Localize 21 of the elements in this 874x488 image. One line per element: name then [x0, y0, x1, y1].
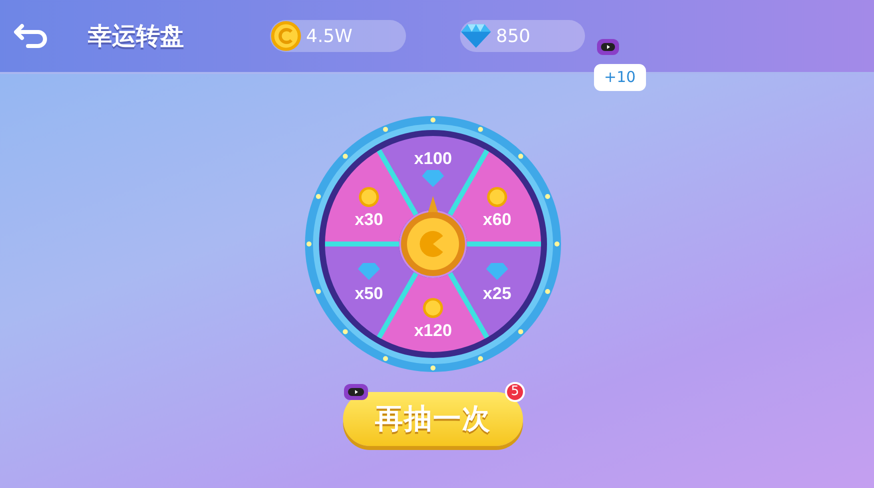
- prize-label: x30: [354, 210, 384, 229]
- balance-value: 4.5W: [306, 24, 352, 48]
- back-icon[interactable]: [14, 23, 48, 49]
- coin-icon: [358, 187, 379, 207]
- prize-label: x60: [482, 210, 512, 229]
- prize-label: x120: [414, 321, 452, 340]
- coin-icon: [270, 20, 302, 52]
- diamond-icon: [358, 263, 380, 280]
- diamond-icon: [486, 263, 508, 280]
- coin-icon: [487, 187, 508, 207]
- reward-tooltip: +10: [594, 64, 646, 90]
- diamond-icon: [460, 23, 492, 49]
- coin-icon: [423, 298, 443, 318]
- prize-label: x25: [482, 284, 512, 303]
- count-badge: 5: [505, 382, 525, 402]
- prize-label: x100: [414, 149, 452, 168]
- page-title: 幸运转盘: [88, 21, 184, 52]
- balance-value: 850: [496, 24, 530, 48]
- video-icon: [343, 382, 369, 402]
- prize-label: x50: [354, 284, 384, 303]
- diamond-icon: [422, 170, 444, 187]
